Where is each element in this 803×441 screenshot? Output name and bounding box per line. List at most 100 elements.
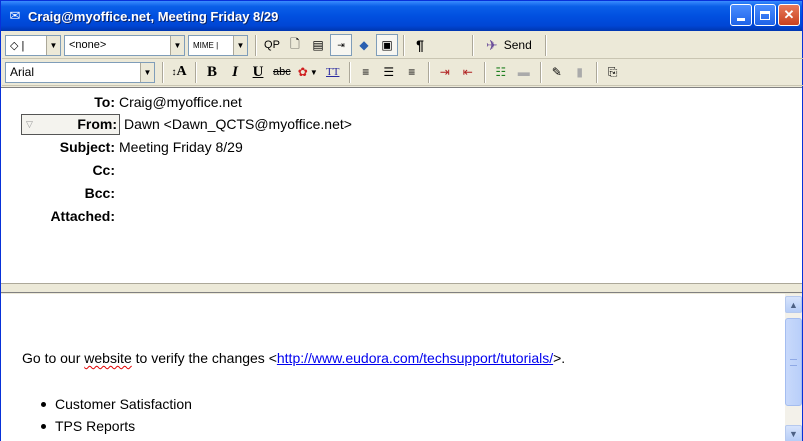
text-color-button[interactable]: ✿ ▼ [295,61,321,83]
bold-button[interactable]: B [201,61,223,83]
signature-dropdown[interactable]: <none> ▼ [64,34,185,56]
cc-label: Cc: [92,162,115,178]
title-bar[interactable]: ✉ Craig@myoffice.net, Meeting Friday 8/2… [1,1,802,31]
toolbar-separator [544,34,547,56]
font-dropdown[interactable]: Arial ▼ [5,61,155,83]
window-controls: ✕ [730,4,800,26]
toolbar-separator [348,61,351,83]
scroll-down-button[interactable]: ▼ [785,425,802,441]
minimize-button[interactable] [730,4,752,26]
body-text: to verify the changes < [131,350,277,366]
envelope-icon: ✉ [9,8,21,23]
toolbar-separator [195,61,197,83]
misspelled-word[interactable]: website [84,350,131,366]
vertical-scrollbar[interactable]: ▲ ▼ [785,294,802,441]
header-body-splitter[interactable] [1,283,802,293]
priority-dropdown[interactable]: ◇ | ▼ [5,34,61,56]
font-value: Arial [10,65,35,79]
return-receipt-button[interactable]: ▣ [376,34,398,56]
strikethrough-button[interactable]: abc [270,61,294,83]
bcc-label: Bcc: [84,185,115,201]
from-row[interactable]: ▽ From: Dawn <Dawn_QCTS@myoffice.net> [1,113,802,135]
tab-in-body-button[interactable]: ⇥ [330,34,352,56]
brush-icon: ✎ [551,65,562,79]
document-icon: 🗋 [290,36,300,51]
attached-row[interactable]: Attached: [1,205,802,227]
list-item: TPS Reports [41,415,192,437]
scroll-thumb[interactable] [785,318,802,406]
scroll-up-button[interactable]: ▲ [785,296,802,313]
chevron-up-icon: ▲ [789,299,798,310]
horizontal-rule-button[interactable]: ▬ [513,61,535,83]
increase-indent-button[interactable]: ⇥ [434,61,456,83]
align-right-icon: ≡ [408,65,416,79]
chevron-down-icon[interactable]: ▼ [140,62,154,82]
grip-icon [790,358,797,366]
send-button[interactable]: ✈ Send [478,34,540,56]
align-left-button[interactable]: ≡ [355,61,377,83]
quoted-printable-button[interactable]: QP [261,34,283,56]
to-label: To: [94,94,115,110]
word-wrap-icon: ▤ [312,38,324,52]
chevron-down-icon[interactable]: ▼ [46,35,60,55]
list-item: Customer Satisfaction [41,393,192,415]
cc-row[interactable]: Cc: [1,159,802,181]
bullet-list-button[interactable]: ☷ [490,61,512,83]
word-wrap-button[interactable]: ▤ [307,34,329,56]
bcc-row[interactable]: Bcc: [1,182,802,204]
insert-object-button[interactable]: ▮ [569,61,591,83]
decrease-indent-button[interactable]: ⇤ [457,61,479,83]
toolbar-separator [539,61,542,83]
list-icon: ☷ [495,65,507,79]
send-icon: ✈ [486,36,498,53]
show-paragraphs-button[interactable]: ¶ [409,34,431,56]
bullet-list: Customer Satisfaction TPS Reports [41,393,192,437]
tutorial-link[interactable]: http://www.eudora.com/techsupport/tutori… [277,350,553,366]
toolbar-separator [162,61,164,83]
maximize-icon [760,10,770,20]
clear-formatting-button[interactable]: ✎ [546,61,568,83]
to-field[interactable]: Craig@myoffice.net [119,94,242,110]
font-size-label: A [176,64,187,79]
attached-label: Attached: [50,208,115,224]
encoding-dropdown[interactable]: MIME | ▼ [188,34,248,56]
send-label: Send [503,38,532,52]
underline-button[interactable]: U [247,61,269,83]
teletype-button[interactable]: TT [322,61,344,83]
from-field[interactable]: Dawn <Dawn_QCTS@myoffice.net> [124,116,352,132]
spellcheck-icon: ⎘ [607,64,618,79]
priority-value: ◇ | [10,39,25,52]
palette-icon: ✿ [297,65,308,79]
signature-value: <none> [69,39,107,51]
eraser-icon: ◆ [359,38,369,52]
keep-copy-button[interactable]: ◆ [353,34,375,56]
chevron-down-icon[interactable]: ▼ [233,35,247,55]
indent-icon: ⇥ [439,65,450,79]
toolbar-separator [595,61,598,83]
message-body[interactable]: Go to our website to verify the changes … [1,294,785,441]
align-right-button[interactable]: ≡ [401,61,423,83]
spellcheck-button[interactable]: ⎘ [602,61,624,83]
align-left-icon: ≡ [362,65,370,79]
chevron-down-icon: ▼ [789,428,798,439]
chevron-down-icon[interactable]: ▼ [170,35,184,55]
subject-field[interactable]: Meeting Friday 8/29 [119,139,243,155]
text-as-document-button[interactable]: 🗋 [284,34,306,56]
close-icon: ✕ [783,7,795,22]
align-center-button[interactable]: ☰ [378,61,400,83]
subject-row[interactable]: Subject: Meeting Friday 8/29 [1,136,802,158]
from-button[interactable]: ▽ From: [21,113,120,135]
body-text: Go to our [22,350,85,366]
toolbar-separator [472,34,474,56]
italic-button[interactable]: I [224,61,246,83]
outdent-icon: ⇤ [462,65,473,79]
bullet-icon [41,423,46,429]
maximize-button[interactable] [754,4,776,26]
to-row[interactable]: To: Craig@myoffice.net [1,91,802,113]
list-item-text: Customer Satisfaction [55,396,192,412]
receipt-icon: ▣ [381,38,393,52]
close-button[interactable]: ✕ [778,4,800,26]
font-size-button[interactable]: ↕ A [168,61,190,83]
triangle-down-icon: ▽ [26,118,33,129]
body-text: >. [553,350,566,366]
